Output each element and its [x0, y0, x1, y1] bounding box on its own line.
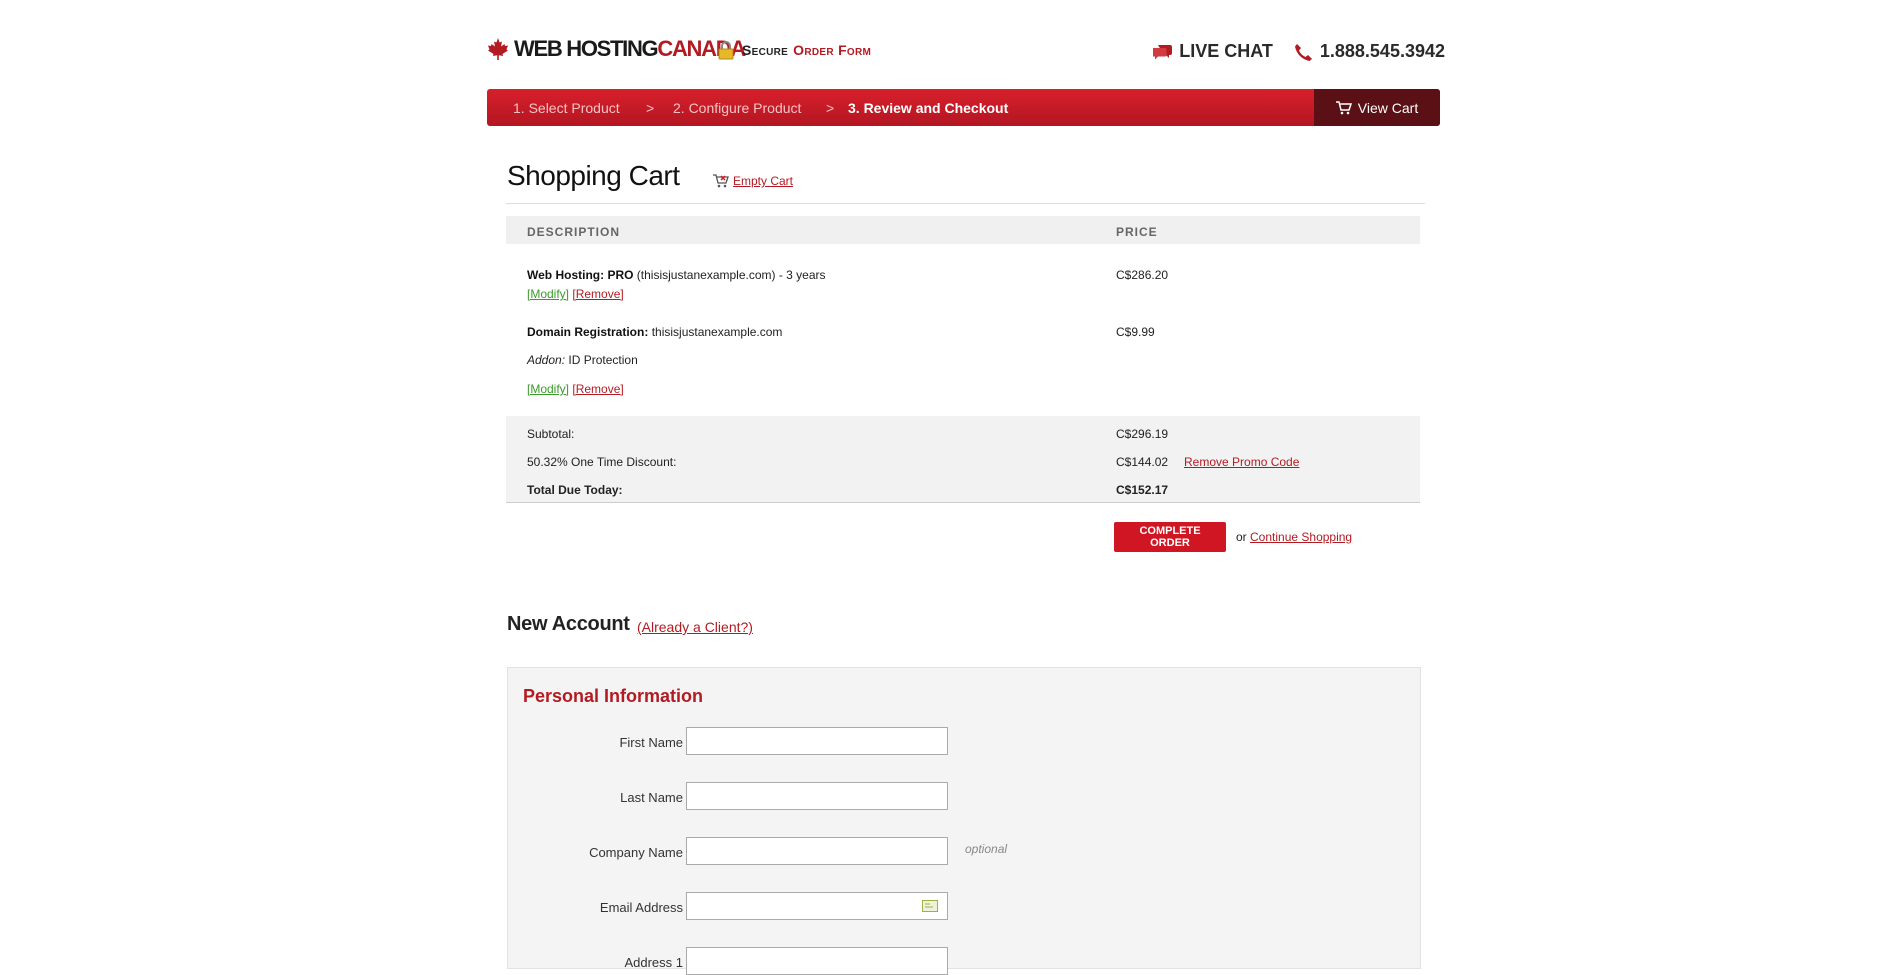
last-name-input[interactable]	[686, 782, 948, 810]
step-review-checkout: 3. Review and Checkout	[848, 100, 1009, 116]
empty-cart-icon	[713, 174, 729, 188]
item-detail: thisisjustanexample.com	[651, 325, 783, 339]
contact-info: LIVE CHAT 1.888.545.3942	[1152, 41, 1445, 62]
secure-label: Secure	[742, 42, 789, 58]
modify-link[interactable]: [Modify]	[527, 382, 569, 396]
address-1-input[interactable]	[686, 947, 948, 975]
item-name: Web Hosting: PRO	[527, 268, 634, 282]
cart-item-hosting: Web Hosting: PRO (thisisjustanexample.co…	[527, 268, 826, 282]
discount-value: C$144.02	[1116, 455, 1169, 469]
cart-icon	[1335, 100, 1352, 114]
addon-label: Addon:	[527, 353, 566, 367]
page: WEB HOSTINGCANADA Secure Order Form LIVE…	[0, 0, 1903, 975]
divider	[506, 203, 1425, 204]
remove-link[interactable]: [Remove]	[572, 382, 623, 396]
continue-shopping-row: or Continue Shopping	[1236, 530, 1352, 544]
item-price: C$286.20	[1116, 268, 1169, 282]
address-1-label: Address 1	[624, 955, 683, 970]
step-separator: >	[826, 100, 835, 116]
cart-table-header: DESCRIPTION PRICE	[506, 216, 1420, 244]
new-account-title: New Account	[507, 613, 630, 635]
checkout-steps-bar: 1. Select Product > 2. Configure Product…	[487, 89, 1440, 126]
secure-order-form: Secure Order Form	[718, 40, 871, 60]
phone-icon	[1294, 43, 1312, 61]
item-price: C$9.99	[1116, 325, 1155, 339]
already-client-link[interactable]: (Already a Client?)	[637, 619, 753, 635]
order-form-label: Order Form	[793, 42, 872, 58]
last-name-label: Last Name	[620, 790, 683, 805]
subtotal-value: C$296.19	[1116, 427, 1169, 441]
maple-leaf-icon	[488, 38, 508, 60]
step-select-product[interactable]: 1. Select Product	[513, 100, 620, 116]
empty-cart-link[interactable]: Empty Cart	[733, 174, 793, 188]
optional-note: optional	[965, 842, 1008, 856]
phone-number: 1.888.545.3942	[1319, 41, 1445, 61]
remove-promo-link[interactable]: Remove Promo Code	[1184, 455, 1299, 469]
shopping-cart-title: Shopping Cart	[507, 160, 680, 191]
email-address-input[interactable]	[686, 892, 948, 920]
item-name: Domain Registration:	[527, 325, 649, 339]
company-name-input[interactable]	[686, 837, 948, 865]
total-value: C$152.17	[1116, 483, 1169, 497]
live-chat-link[interactable]: LIVE CHAT	[1179, 41, 1273, 62]
empty-cart[interactable]: Empty Cart	[713, 174, 793, 188]
subtotal-label: Subtotal:	[527, 427, 575, 441]
discount-label: 50.32% One Time Discount:	[527, 455, 677, 469]
addon-value: ID Protection	[568, 353, 638, 367]
personal-information-title: Personal Information	[523, 686, 704, 706]
brand-web-hosting: WEB HOSTING	[514, 36, 659, 61]
brand-name: WEB HOSTINGCANADA	[514, 36, 746, 62]
or-text: or	[1236, 530, 1247, 544]
first-name-input[interactable]	[686, 727, 948, 755]
total-label: Total Due Today:	[527, 483, 623, 497]
autofill-card-icon[interactable]	[922, 900, 938, 912]
view-cart-label: View Cart	[1357, 99, 1419, 116]
view-cart-button[interactable]: View Cart	[1314, 89, 1440, 126]
continue-shopping-link[interactable]: Continue Shopping	[1250, 530, 1352, 544]
step-separator: >	[646, 100, 655, 116]
remove-link[interactable]: [Remove]	[572, 287, 623, 301]
item-detail: (thisisjustanexample.com) - 3 years	[636, 268, 826, 282]
first-name-label: First Name	[619, 735, 683, 750]
description-column-header: DESCRIPTION	[527, 225, 621, 239]
step-configure-product[interactable]: 2. Configure Product	[673, 100, 801, 116]
item-actions: [Modify] [Remove]	[527, 382, 624, 396]
chat-icon	[1153, 44, 1173, 59]
item-actions: [Modify] [Remove]	[527, 287, 624, 301]
email-address-label: Email Address	[599, 900, 683, 915]
site-logo[interactable]: WEB HOSTINGCANADA	[486, 36, 746, 62]
price-column-header: PRICE	[1116, 225, 1158, 239]
personal-information-panel: Personal Information First Name Last Nam…	[507, 667, 1421, 975]
cart-item-domain: Domain Registration: thisisjustanexample…	[527, 325, 782, 339]
item-addon: Addon: ID Protection	[527, 353, 638, 367]
lock-icon	[718, 41, 734, 60]
company-name-label: Company Name	[589, 845, 683, 860]
modify-link[interactable]: [Modify]	[527, 287, 569, 301]
complete-order-button[interactable]: COMPLETE ORDER	[1114, 522, 1226, 552]
